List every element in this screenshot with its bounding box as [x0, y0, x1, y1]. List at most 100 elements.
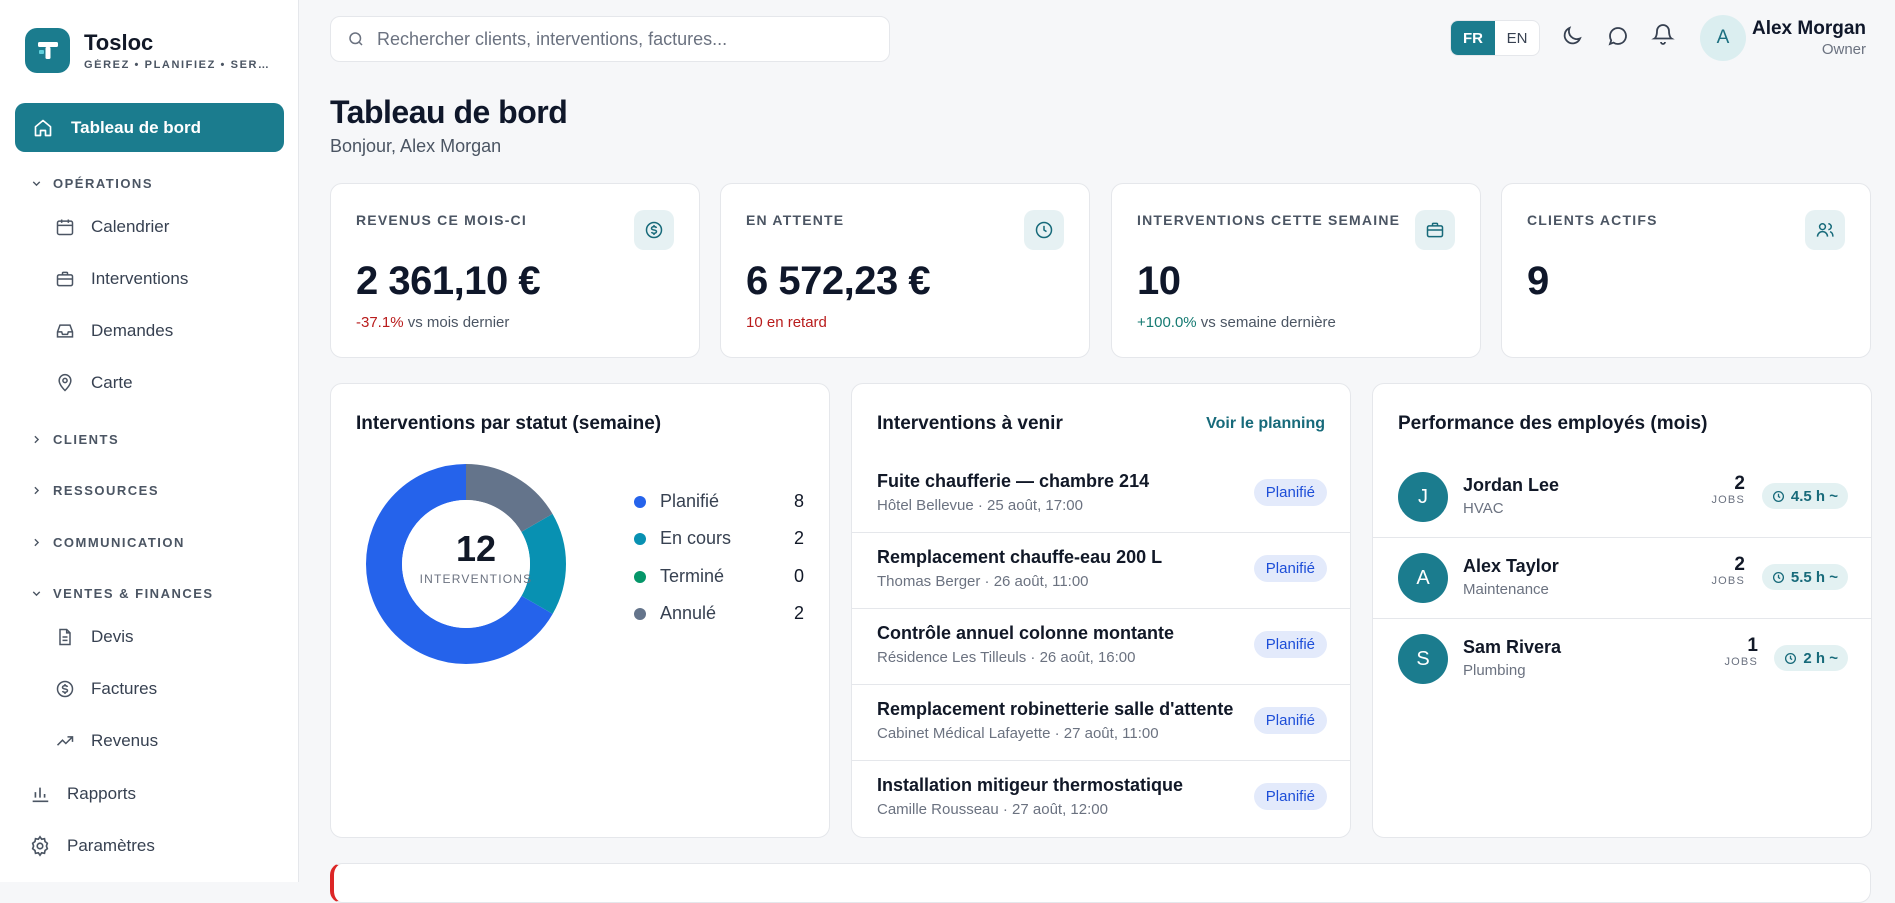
employee-name: Jordan Lee: [1463, 475, 1560, 495]
list-item[interactable]: Fuite chaufferie — chambre 214 Hôtel Bel…: [852, 457, 1350, 533]
employee-jobs: 2 JOBS: [1711, 554, 1745, 588]
employee-row[interactable]: J Jordan Lee HVAC 2 JOBS 4.5 h ~: [1373, 457, 1871, 538]
list-item[interactable]: Contrôle annuel colonne montante Résiden…: [852, 609, 1350, 685]
section-operations[interactable]: OPÉRATIONS: [30, 176, 153, 191]
sidebar-item-dashboard[interactable]: Tableau de bord: [15, 103, 284, 152]
stat-value: 6 572,23 €: [746, 259, 931, 303]
status-badge: Planifié: [1253, 707, 1327, 734]
employee-role: HVAC: [1463, 500, 1504, 517]
section-ressources[interactable]: RESSOURCES: [30, 483, 159, 498]
sidebar-item-interventions[interactable]: Interventions: [55, 269, 188, 289]
list-item[interactable]: Remplacement chauffe-eau 200 L Thomas Be…: [852, 533, 1350, 609]
sidebar-item-label: Rapports: [67, 784, 136, 803]
jobs-label: JOBS: [1711, 575, 1745, 587]
sidebar-item-demandes[interactable]: Demandes: [55, 321, 173, 341]
trending-up-icon: [56, 736, 74, 746]
clock-icon: [1785, 652, 1797, 664]
chevron-right-icon: [34, 435, 40, 444]
chevron-right-icon: [34, 486, 40, 495]
search-icon: [349, 32, 363, 46]
section-clients[interactable]: CLIENTS: [30, 432, 119, 447]
legend-dot: [634, 495, 646, 508]
jobs-label: JOBS: [1711, 494, 1745, 506]
search-bar[interactable]: [330, 16, 890, 62]
section-communication[interactable]: COMMUNICATION: [30, 535, 185, 550]
legend-label: Planifié: [660, 491, 720, 511]
brand-tagline: GÉREZ • PLANIFIEZ • SERVICES: [84, 59, 274, 71]
sidebar-item-calendrier[interactable]: Calendrier: [55, 217, 169, 237]
stat-label: CLIENTS ACTIFS: [1527, 212, 1658, 228]
hours-badge: 2 h ~: [1774, 645, 1848, 671]
employee-row[interactable]: S Sam Rivera Plumbing 1 JOBS 2 h ~: [1373, 619, 1871, 700]
file-text-icon: [59, 628, 71, 646]
jobs-count: 2: [1734, 554, 1745, 575]
legend-count: 2: [793, 603, 804, 623]
employee-role: Plumbing: [1463, 662, 1526, 679]
gear-icon: [31, 835, 49, 857]
jobs-count: 1: [1747, 635, 1758, 656]
status-panel: Interventions par statut (semaine) 12 IN…: [330, 383, 830, 838]
calendar-icon: [56, 219, 74, 236]
stat-label: INTERVENTIONS CETTE SEMAINE: [1137, 212, 1401, 228]
stat-card-clients[interactable]: CLIENTS ACTIFS 9: [1501, 183, 1871, 358]
hours-badge: 5.5 h ~: [1761, 564, 1848, 590]
panel-title: Performance des employés (mois): [1398, 413, 1708, 434]
messages-button[interactable]: [1606, 24, 1630, 48]
sidebar: Tosloc GÉREZ • PLANIFIEZ • SERVICES Tabl…: [0, 0, 299, 882]
brand[interactable]: Tosloc GÉREZ • PLANIFIEZ • SERVICES: [25, 28, 274, 73]
logo-icon: [25, 28, 70, 73]
employee-role: Maintenance: [1463, 581, 1549, 598]
sidebar-item-devis[interactable]: Devis: [55, 627, 134, 647]
sidebar-item-carte[interactable]: Carte: [55, 373, 133, 393]
stat-card-revenue[interactable]: REVENUS CE MOIS-CI 2 361,10 € -37.1% vs …: [330, 183, 700, 358]
stat-card-interventions[interactable]: INTERVENTIONS CETTE SEMAINE 10 +100.0% v…: [1111, 183, 1481, 358]
panel-title: Interventions par statut (semaine): [356, 413, 662, 434]
user-name[interactable]: Alex Morgan: [1752, 18, 1866, 40]
notifications-button[interactable]: [1651, 22, 1675, 46]
stat-label: EN ATTENTE: [746, 212, 845, 228]
sidebar-item-rapports[interactable]: Rapports: [29, 783, 136, 805]
job-title: Contrôle annuel colonne montante: [877, 623, 1175, 643]
donut-total-label: INTERVENTIONS: [419, 572, 533, 586]
legend-count: 0: [793, 566, 804, 586]
legend-label: En cours: [660, 528, 732, 548]
donut-center: 12 INTERVENTIONS: [406, 528, 546, 586]
stat-value: 9: [1527, 259, 1549, 303]
dark-mode-button[interactable]: [1560, 24, 1584, 48]
list-item[interactable]: Remplacement robinetterie salle d'attent…: [852, 685, 1350, 761]
stat-note: 10 en retard: [746, 314, 827, 331]
employees-panel: Performance des employés (mois) J Jordan…: [1372, 383, 1872, 838]
sidebar-item-factures[interactable]: Factures: [55, 679, 157, 699]
sidebar-item-label: Calendrier: [91, 217, 170, 236]
lang-en-button[interactable]: EN: [1495, 21, 1539, 55]
upcoming-panel: Interventions à venir Voir le planning F…: [851, 383, 1351, 838]
employee-jobs: 1 JOBS: [1724, 635, 1758, 669]
sidebar-item-label: Factures: [91, 679, 158, 698]
inbox-icon: [56, 324, 74, 338]
language-switch: FR EN: [1450, 20, 1540, 56]
list-item[interactable]: Installation mitigeur thermostatique Cam…: [852, 761, 1350, 837]
search-input[interactable]: [377, 28, 857, 50]
stat-card-pending[interactable]: EN ATTENTE 6 572,23 € 10 en retard: [720, 183, 1090, 358]
hours-value: 4.5 h ~: [1790, 487, 1838, 505]
employee-row[interactable]: A Alex Taylor Maintenance 2 JOBS 5.5 h ~: [1373, 538, 1871, 619]
employee-jobs: 2 JOBS: [1711, 474, 1745, 507]
hours-value: 5.5 h ~: [1790, 568, 1838, 586]
moon-icon: [1563, 26, 1582, 45]
clock-icon: [1772, 490, 1784, 502]
avatar[interactable]: A: [1700, 15, 1746, 61]
lang-fr-button[interactable]: FR: [1451, 21, 1495, 55]
section-ventes-finances[interactable]: VENTES & FINANCES: [30, 586, 214, 601]
chevron-right-icon: [34, 538, 40, 547]
page-greeting: Bonjour, Alex Morgan: [330, 136, 502, 156]
section-label: COMMUNICATION: [53, 535, 185, 550]
donut-total: 12: [455, 528, 497, 569]
stat-note: +100.0% vs semaine dernière: [1137, 314, 1336, 331]
status-badge: Planifié: [1253, 783, 1327, 810]
sidebar-item-revenus[interactable]: Revenus: [55, 731, 158, 751]
stat-value: 2 361,10 €: [356, 259, 541, 303]
view-planning-link[interactable]: Voir le planning: [1206, 415, 1325, 433]
sidebar-item-parametres[interactable]: Paramètres: [29, 835, 155, 857]
job-title: Fuite chaufferie — chambre 214: [877, 471, 1150, 491]
briefcase-icon: [1415, 210, 1455, 250]
